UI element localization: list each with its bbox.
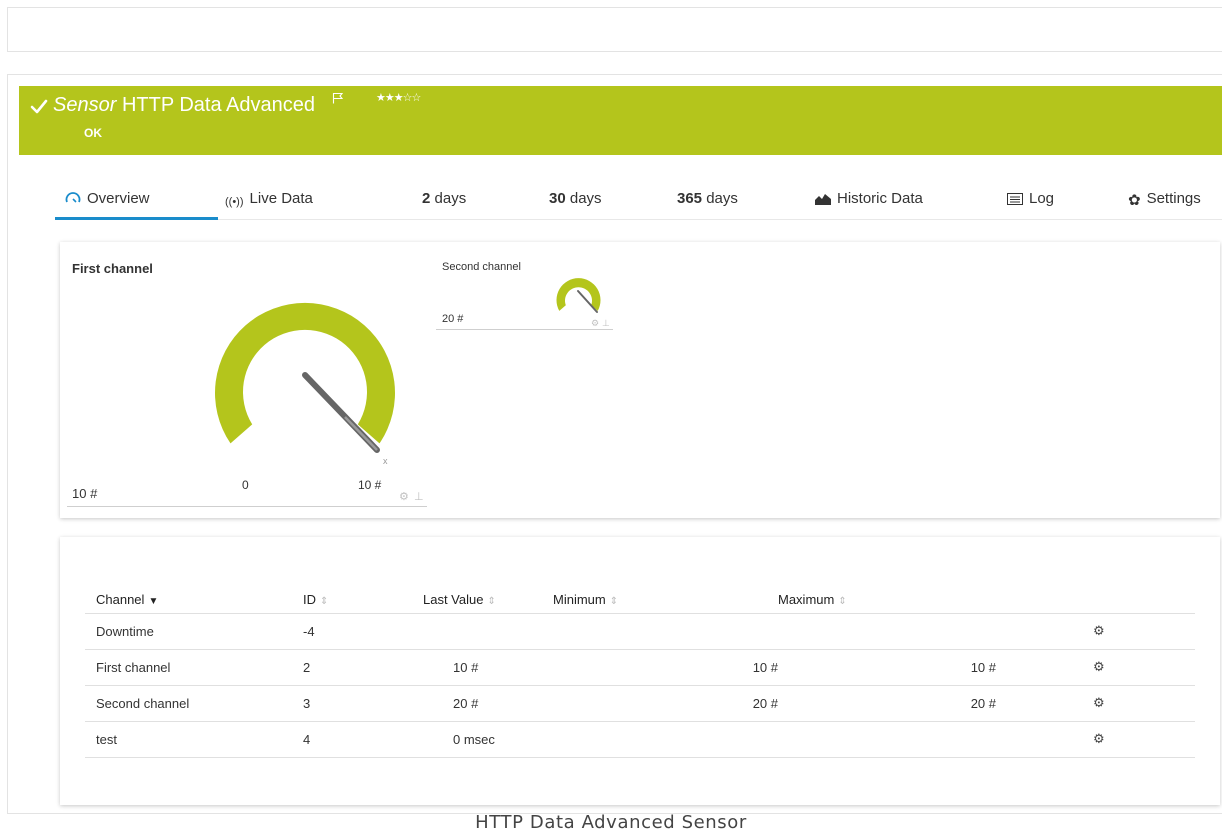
top-bar	[7, 7, 1222, 52]
header-label: ID	[303, 591, 316, 607]
check-icon	[30, 99, 48, 114]
cell-minimum: 10 #	[553, 649, 778, 686]
cell-actions: ⚙	[996, 685, 1195, 722]
settings-gears-icon[interactable]: ⚙	[1093, 623, 1105, 638]
gear-icon: ✿	[1128, 192, 1141, 209]
cell-maximum	[778, 613, 996, 650]
sort-desc-icon: ▼	[148, 595, 159, 607]
sort-icon: ⇕	[487, 595, 496, 607]
cell-maximum: 20 #	[778, 685, 996, 722]
tab-overview[interactable]: Overview	[55, 182, 218, 220]
tab-bar: Overview ((•)) Live Data 2 days 30 days 3…	[55, 182, 1222, 220]
tab-live-data[interactable]: ((•)) Live Data	[225, 182, 313, 220]
col-header-actions	[996, 586, 1195, 614]
cell-id: 2	[303, 649, 423, 686]
gauge-divider	[436, 329, 613, 330]
sort-icon: ⇕	[609, 595, 619, 607]
cell-id: -4	[303, 613, 423, 650]
tab-settings[interactable]: ✿ Settings	[1128, 182, 1201, 220]
tab-365-days[interactable]: 365 days	[677, 182, 738, 220]
pin-icon[interactable]: ⊥	[602, 318, 610, 329]
sensor-header: Sensor HTTP Data Advanced ★★★☆☆ OK	[19, 86, 1222, 155]
area-chart-icon	[815, 194, 831, 205]
sort-icon: ⇕	[838, 595, 847, 607]
svg-text:x: x	[383, 456, 388, 465]
tab-label: Settings	[1146, 190, 1201, 207]
cell-minimum	[553, 721, 778, 758]
gauge-min-label: 0	[242, 478, 249, 492]
tab-label: days	[702, 190, 738, 207]
cell-channel[interactable]: First channel	[85, 649, 303, 686]
tab-label: Log	[1029, 190, 1055, 207]
tab-log[interactable]: Log	[1007, 182, 1054, 220]
header-label: Maximum	[778, 591, 835, 607]
col-header-channel[interactable]: Channel ▼	[85, 586, 303, 614]
table-header-row: Channel ▼ ID ⇕ Last Value ⇕ Minimum ⇕ Maximu…	[85, 586, 1195, 614]
cell-last-value: 0 msec	[423, 721, 553, 758]
gauge-icon	[65, 192, 81, 203]
log-icon	[1007, 193, 1023, 205]
tab-2-days[interactable]: 2 days	[422, 182, 466, 220]
second-gauge-title: Second channel	[442, 261, 521, 273]
table-row[interactable]: First channel 2 10 # 10 # 10 # ⚙	[85, 649, 1195, 686]
sensor-title: Sensor HTTP Data Advanced	[53, 94, 315, 117]
cell-actions: ⚙	[996, 613, 1195, 650]
gear-icon[interactable]: ⚙	[591, 318, 599, 329]
first-gauge-title: First channel	[72, 261, 153, 276]
tab-label: days	[430, 190, 467, 207]
gear-icon[interactable]: ⚙	[399, 490, 409, 503]
second-channel-gauge[interactable]	[552, 269, 612, 319]
tab-label: Live Data	[249, 190, 313, 207]
sensor-kind: Sensor	[53, 94, 117, 116]
col-header-id[interactable]: ID ⇕	[303, 586, 423, 614]
pin-icon[interactable]: ⊥	[414, 490, 424, 503]
cell-id: 3	[303, 685, 423, 722]
header-label: Minimum	[553, 591, 606, 607]
settings-gears-icon[interactable]: ⚙	[1093, 731, 1105, 746]
tab-label: Overview	[87, 190, 150, 207]
tab-label: days	[565, 190, 602, 207]
live-data-icon: ((•))	[225, 196, 244, 208]
flag-icon[interactable]	[332, 92, 344, 104]
cell-maximum: 10 #	[778, 649, 996, 686]
tab-30-days[interactable]: 30 days	[549, 182, 602, 220]
cell-actions: ⚙	[996, 721, 1195, 758]
first-gauge-value: 10 #	[72, 486, 98, 501]
table-row[interactable]: Second channel 3 20 # 20 # 20 # ⚙	[85, 685, 1195, 722]
gauge-max-label: 10 #	[358, 478, 382, 492]
cell-last-value: 10 #	[423, 649, 553, 686]
first-channel-gauge[interactable]: x	[195, 280, 420, 465]
col-header-minimum[interactable]: Minimum ⇕	[553, 586, 778, 614]
table-row[interactable]: test 4 0 msec ⚙	[85, 721, 1195, 758]
figure-caption: HTTP Data Advanced Sensor	[475, 812, 747, 833]
cell-minimum: 20 #	[553, 685, 778, 722]
tab-number: 30	[549, 190, 566, 207]
cell-minimum	[553, 613, 778, 650]
cell-id: 4	[303, 721, 423, 758]
sensor-name: HTTP Data Advanced	[121, 94, 316, 116]
cell-channel[interactable]: test	[85, 721, 303, 758]
col-header-last-value[interactable]: Last Value ⇕	[423, 586, 553, 614]
settings-gears-icon[interactable]: ⚙	[1093, 659, 1105, 674]
second-gauge-value: 20 #	[442, 313, 464, 325]
tab-label: Historic Data	[837, 190, 923, 207]
table-row[interactable]: Downtime -4 ⚙	[85, 613, 1195, 650]
cell-last-value	[423, 613, 553, 650]
cell-channel[interactable]: Downtime	[85, 613, 303, 650]
col-header-maximum[interactable]: Maximum ⇕	[778, 586, 996, 614]
settings-gears-icon[interactable]: ⚙	[1093, 695, 1105, 710]
status-label: OK	[84, 126, 102, 140]
tab-number: 365	[677, 190, 703, 207]
cell-last-value: 20 #	[423, 685, 553, 722]
header-label: Last Value	[423, 591, 484, 607]
header-label: Channel	[96, 591, 145, 607]
cell-channel[interactable]: Second channel	[85, 685, 303, 722]
priority-stars[interactable]: ★★★☆☆	[376, 91, 421, 104]
sort-icon: ⇕	[320, 595, 329, 607]
tab-historic-data[interactable]: Historic Data	[815, 182, 923, 220]
channels-table: Channel ▼ ID ⇕ Last Value ⇕ Minimum ⇕ Maximu…	[85, 586, 1195, 758]
cell-maximum	[778, 721, 996, 758]
cell-actions: ⚙	[996, 649, 1195, 686]
gauge-divider	[67, 506, 427, 507]
